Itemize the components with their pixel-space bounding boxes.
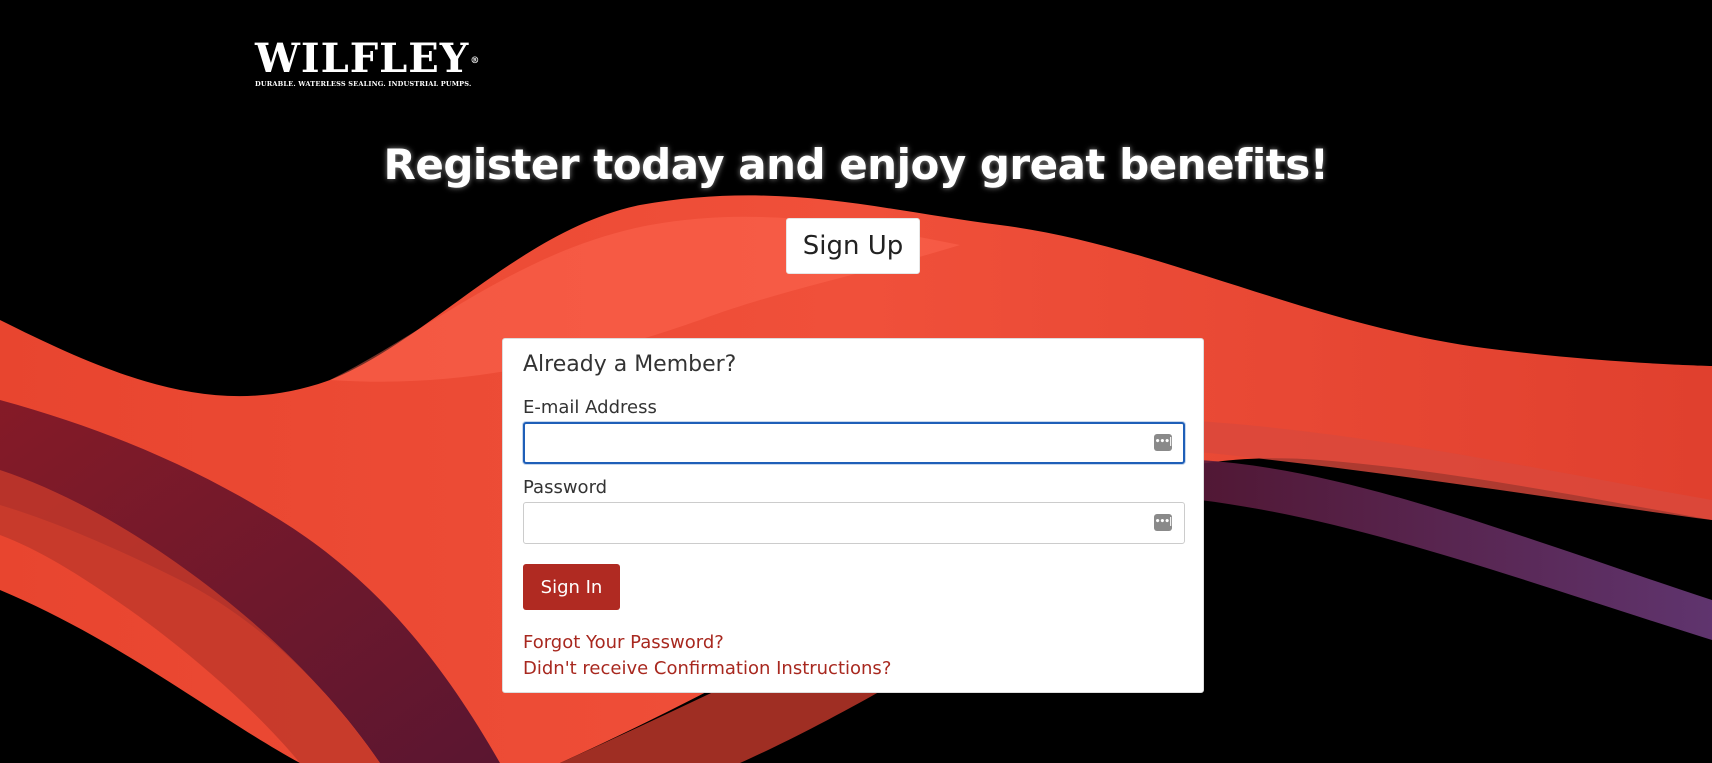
sign-up-button[interactable]: Sign Up [786, 218, 920, 274]
sign-in-button[interactable]: Sign In [523, 564, 620, 610]
email-label: E-mail Address [523, 397, 657, 418]
password-field-wrapper: •••| [523, 502, 1185, 544]
register-headline: Register today and enjoy great benefits! [383, 140, 1329, 189]
login-page: WILFLEY® DURABLE. WATERLESS SEALING. IND… [0, 0, 1712, 763]
autofill-key-icon[interactable]: •••| [1154, 434, 1172, 451]
login-card: Already a Member? E-mail Address •••| Pa… [502, 338, 1204, 693]
password-label: Password [523, 477, 608, 498]
registered-mark: ® [470, 56, 481, 66]
login-links: Forgot Your Password? Didn't receive Con… [523, 630, 1183, 682]
email-input[interactable] [523, 422, 1185, 464]
logo-wordmark: WILFLEY® [255, 38, 495, 80]
password-input[interactable] [523, 502, 1185, 544]
forgot-password-link[interactable]: Forgot Your Password? [523, 630, 724, 656]
login-card-title: Already a Member? [523, 352, 737, 377]
confirmation-instructions-link[interactable]: Didn't receive Confirmation Instructions… [523, 656, 891, 682]
email-field-wrapper: •••| [523, 422, 1185, 464]
autofill-key-icon[interactable]: •••| [1154, 514, 1172, 531]
logo-tagline: DURABLE. WATERLESS SEALING. INDUSTRIAL P… [255, 80, 472, 88]
wilfley-logo[interactable]: WILFLEY® DURABLE. WATERLESS SEALING. IND… [255, 38, 495, 89]
logo-name: WILFLEY [255, 35, 470, 82]
